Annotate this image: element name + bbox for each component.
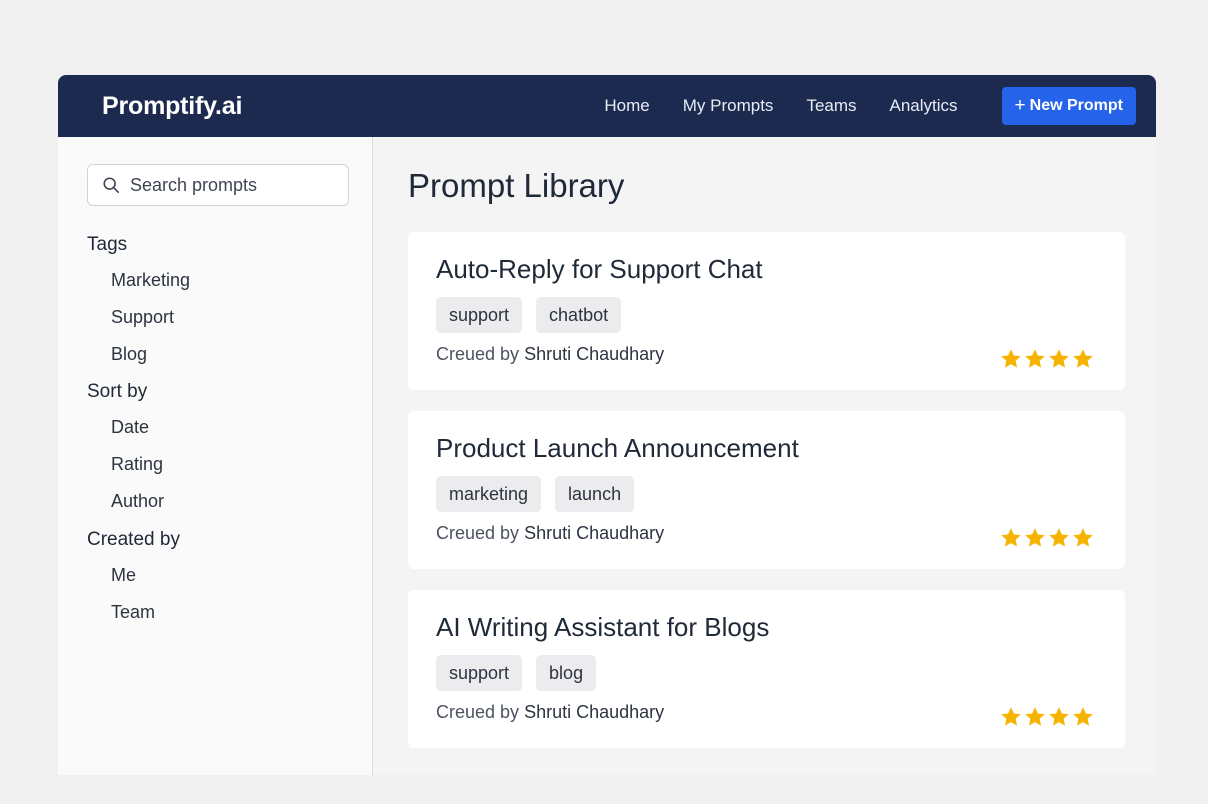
tag-chip[interactable]: marketing bbox=[436, 476, 542, 512]
star-rating bbox=[999, 705, 1095, 729]
star-icon bbox=[1073, 528, 1093, 547]
star-icon bbox=[1025, 528, 1045, 547]
author-prefix: Creued by bbox=[436, 702, 520, 722]
star-icon bbox=[1049, 349, 1069, 368]
tag-chip[interactable]: support bbox=[436, 297, 523, 333]
sidebar-item-rating[interactable]: Rating bbox=[87, 452, 372, 489]
tag-list: support blog bbox=[436, 655, 1097, 691]
author-name: Shruti Chaudhary bbox=[524, 523, 665, 543]
nav-teams[interactable]: Teams bbox=[806, 96, 856, 116]
search-box[interactable] bbox=[87, 164, 349, 206]
sidebar-section-sort-by: Sort by bbox=[87, 381, 148, 402]
search-icon bbox=[103, 177, 120, 194]
star-icon bbox=[1001, 707, 1021, 726]
sidebar-item-me[interactable]: Me bbox=[87, 563, 372, 600]
star-icon bbox=[1049, 707, 1069, 726]
author-line: Creued by Shruti Chaudhary bbox=[436, 523, 1097, 544]
new-prompt-label: New Prompt bbox=[1029, 97, 1123, 114]
sidebar-item-author[interactable]: Author bbox=[87, 489, 372, 526]
sidebar-section-created-by: Created by bbox=[87, 529, 180, 550]
prompt-title[interactable]: AI Writing Assistant for Blogs bbox=[436, 612, 1097, 643]
sidebar-item-date[interactable]: Date bbox=[87, 415, 372, 452]
prompt-card[interactable]: Auto-Reply for Support Chat support chat… bbox=[408, 232, 1125, 390]
brand-logo[interactable]: Promptify.ai bbox=[102, 92, 242, 121]
author-line: Creued by Shruti Chaudhary bbox=[436, 344, 1097, 365]
prompt-title[interactable]: Auto-Reply for Support Chat bbox=[436, 254, 1097, 285]
author-name: Shruti Chaudhary bbox=[524, 344, 665, 364]
plus-icon: + bbox=[1014, 95, 1026, 116]
star-icon bbox=[1073, 707, 1093, 726]
nav-my-prompts[interactable]: My Prompts bbox=[683, 96, 774, 116]
main-panel: Prompt Library Auto-Reply for Support Ch… bbox=[373, 137, 1156, 775]
sidebar-item-support[interactable]: Support bbox=[87, 305, 372, 342]
author-prefix: Creued by bbox=[436, 523, 520, 543]
page-title: Prompt Library bbox=[408, 167, 625, 204]
app-window: Promptify.ai Home My Prompts Teams Analy… bbox=[58, 75, 1156, 775]
main-nav: Home My Prompts Teams Analytics + New Pr… bbox=[604, 87, 1136, 125]
star-icon bbox=[1073, 349, 1093, 368]
star-icon bbox=[1001, 349, 1021, 368]
sidebar-section-tags: Tags bbox=[87, 234, 128, 255]
search-input[interactable] bbox=[130, 174, 340, 196]
star-icon bbox=[1025, 707, 1045, 726]
new-prompt-button[interactable]: + New Prompt bbox=[1001, 87, 1136, 125]
sidebar-item-marketing[interactable]: Marketing bbox=[87, 268, 372, 305]
tag-chip[interactable]: launch bbox=[555, 476, 635, 512]
tag-chip[interactable]: blog bbox=[536, 655, 597, 691]
star-icon bbox=[1001, 528, 1021, 547]
author-prefix: Creued by bbox=[436, 344, 520, 364]
star-icon bbox=[1025, 349, 1045, 368]
sidebar: Tags Marketing Support Blog Sort by Date… bbox=[58, 137, 373, 775]
author-name: Shruti Chaudhary bbox=[524, 702, 665, 722]
star-icon bbox=[1049, 528, 1069, 547]
content-area: Tags Marketing Support Blog Sort by Date… bbox=[58, 137, 1156, 775]
nav-home[interactable]: Home bbox=[604, 96, 649, 116]
prompt-card[interactable]: AI Writing Assistant for Blogs support b… bbox=[408, 590, 1125, 748]
sidebar-item-team[interactable]: Team bbox=[87, 600, 372, 637]
top-navbar: Promptify.ai Home My Prompts Teams Analy… bbox=[58, 75, 1156, 137]
nav-analytics[interactable]: Analytics bbox=[890, 96, 958, 116]
star-rating bbox=[999, 347, 1095, 371]
star-rating bbox=[999, 526, 1095, 550]
author-line: Creued by Shruti Chaudhary bbox=[436, 702, 1097, 723]
tag-list: marketing launch bbox=[436, 476, 1097, 512]
prompt-card[interactable]: Product Launch Announcement marketing la… bbox=[408, 411, 1125, 569]
sidebar-item-blog[interactable]: Blog bbox=[87, 342, 372, 379]
prompt-title[interactable]: Product Launch Announcement bbox=[436, 433, 1097, 464]
tag-chip[interactable]: support bbox=[436, 655, 523, 691]
tag-chip[interactable]: chatbot bbox=[536, 297, 622, 333]
tag-list: support chatbot bbox=[436, 297, 1097, 333]
